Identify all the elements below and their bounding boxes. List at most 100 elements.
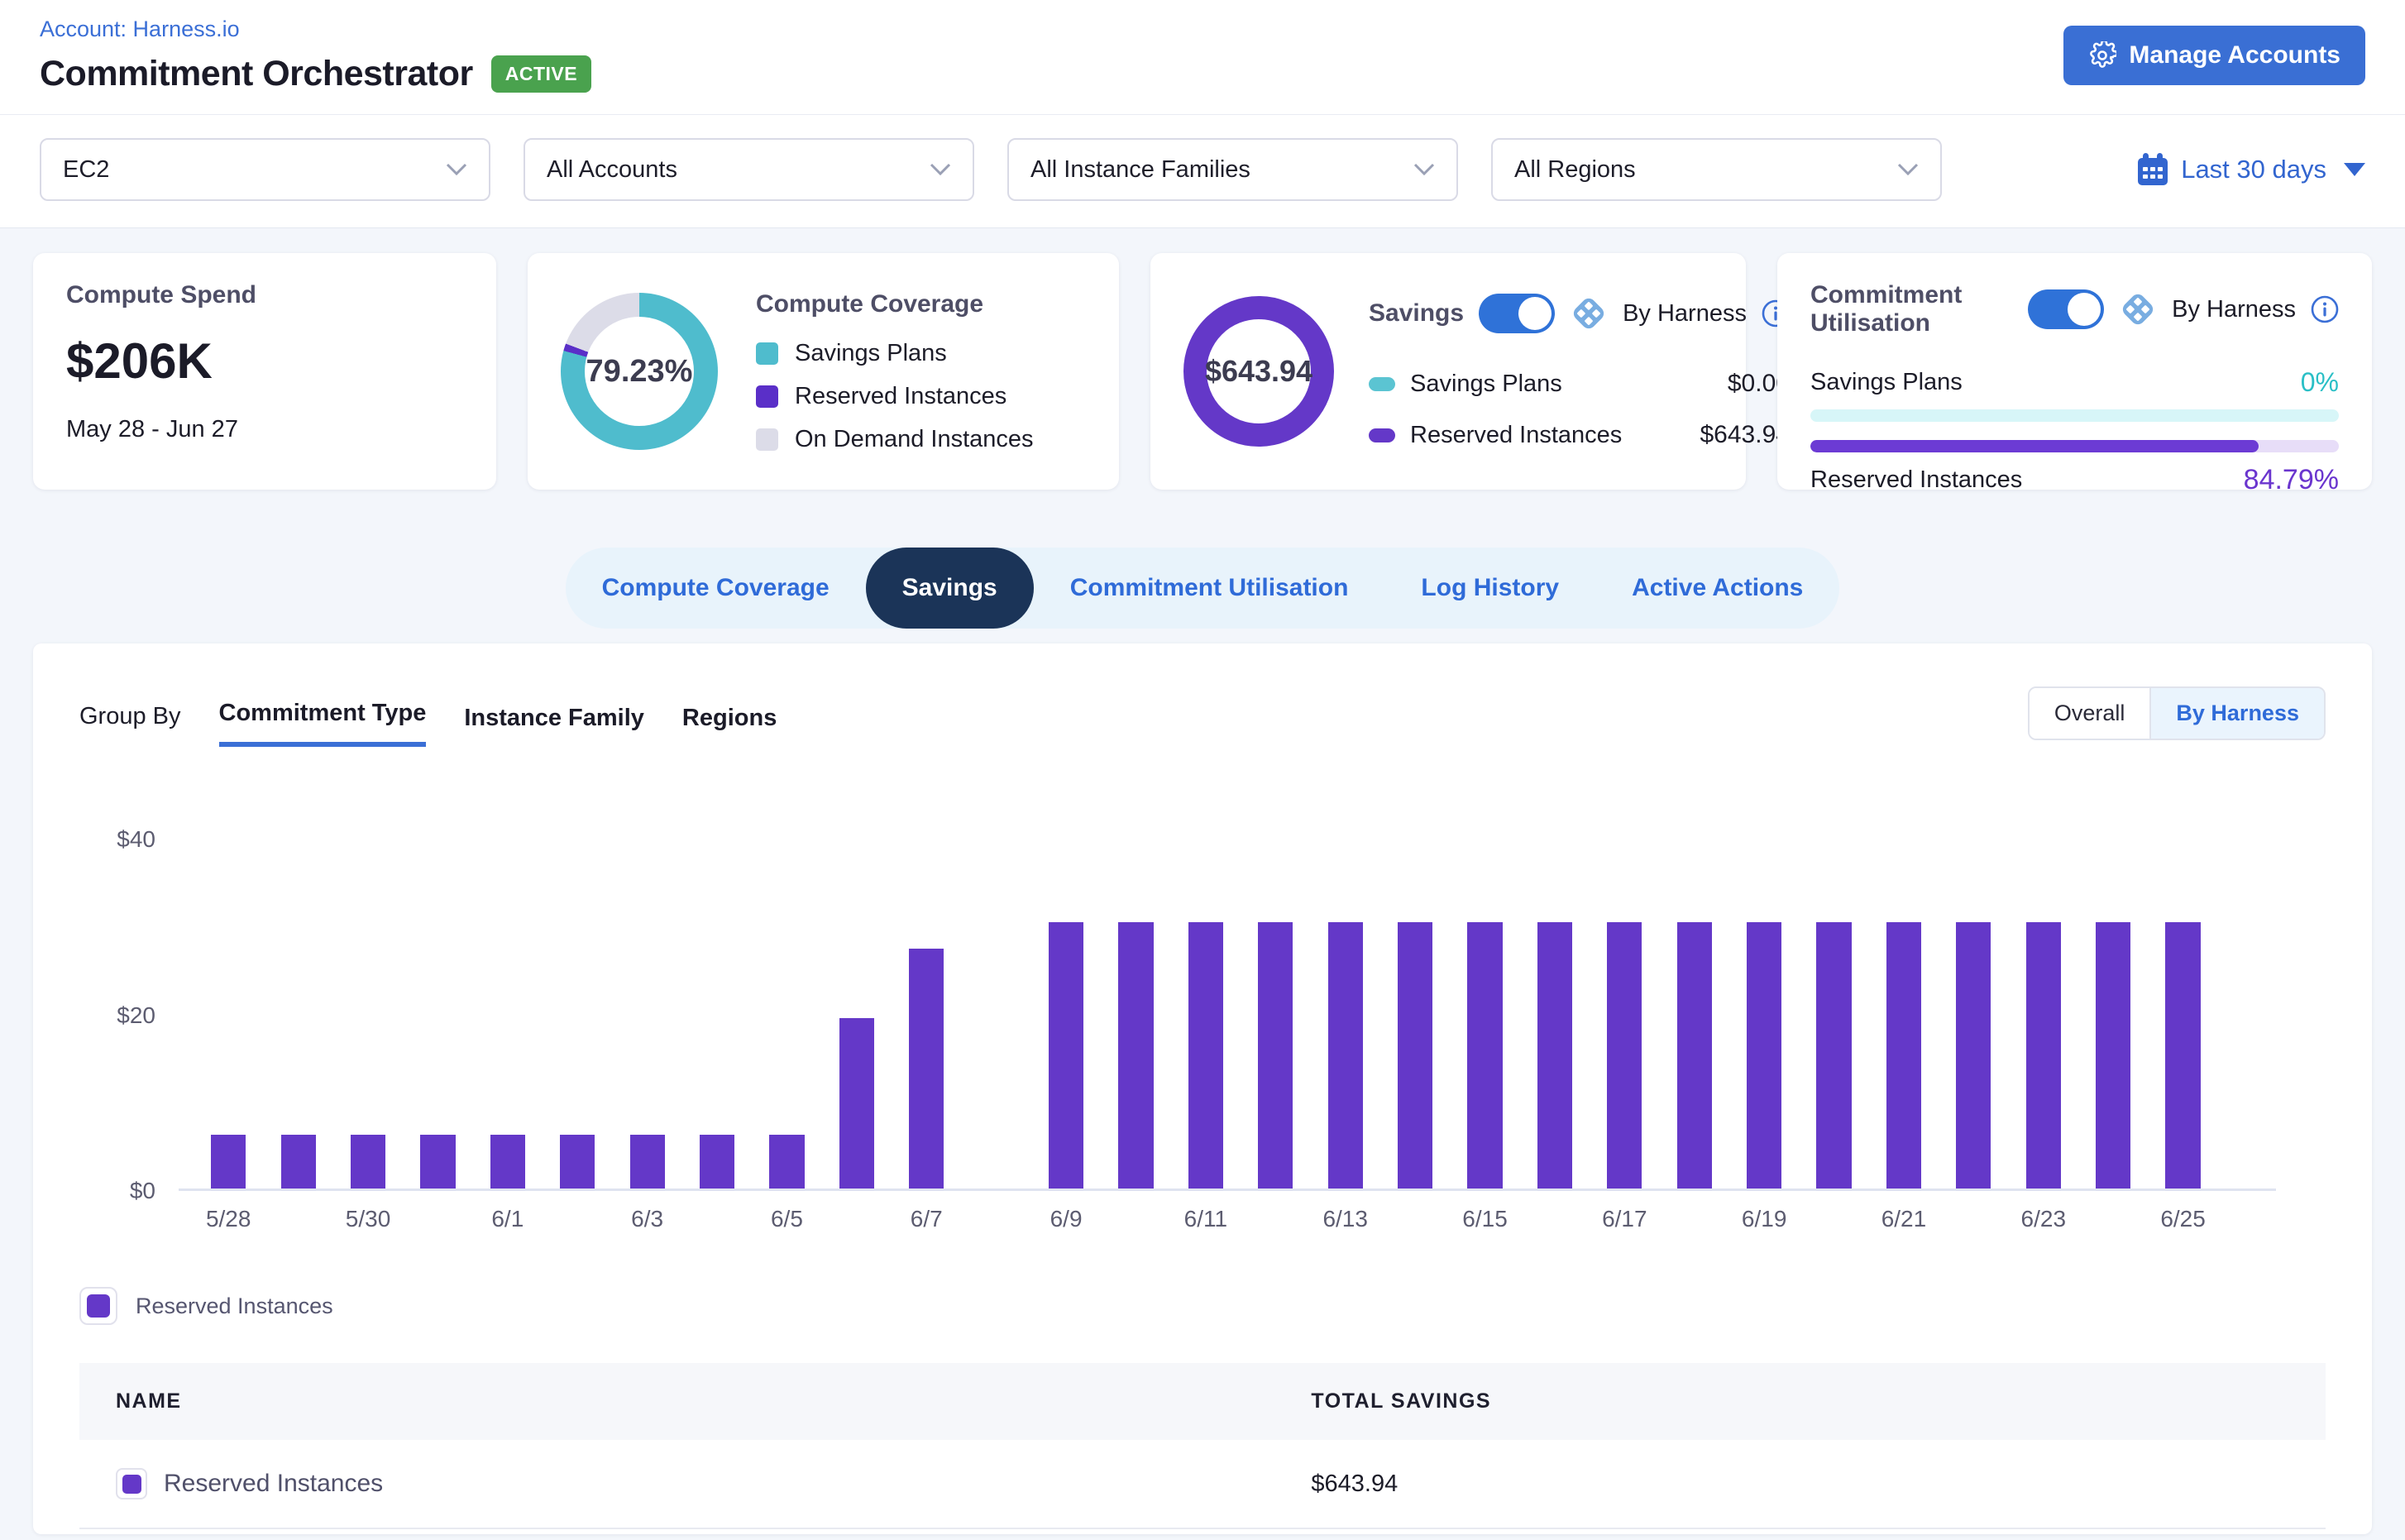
chevron-down-icon bbox=[1897, 163, 1919, 176]
legend-checkbox-reserved-instances[interactable] bbox=[79, 1287, 117, 1325]
chevron-down-icon bbox=[1413, 163, 1435, 176]
compute-spend-card: Compute Spend $206K May 28 - Jun 27 bbox=[33, 253, 496, 490]
info-icon[interactable] bbox=[2311, 295, 2339, 323]
bar-slot-6/8 bbox=[961, 839, 1030, 1188]
accounts-filter-value: All Accounts bbox=[547, 156, 677, 184]
bar-slot-5/28 bbox=[194, 839, 263, 1188]
table-row[interactable]: Reserved Instances $643.94 bbox=[79, 1440, 2326, 1529]
view-option-by-harness[interactable]: By Harness bbox=[2149, 688, 2324, 739]
tab-active-actions[interactable]: Active Actions bbox=[1595, 548, 1839, 629]
reserved-instances-swatch bbox=[122, 1475, 141, 1494]
harness-logo-icon bbox=[1570, 294, 1608, 332]
bar-slot-6/13 bbox=[1311, 839, 1380, 1188]
bar-6/22[interactable] bbox=[1956, 922, 1991, 1188]
compute-coverage-title: Compute Coverage bbox=[756, 290, 1086, 318]
account-link[interactable]: Account: Harness.io bbox=[40, 17, 240, 42]
x-tick-6/5: 6/5 bbox=[752, 1206, 821, 1232]
legend-label: Reserved Instances bbox=[136, 1294, 333, 1319]
tab-compute-coverage[interactable]: Compute Coverage bbox=[566, 548, 866, 629]
group-tab-regions[interactable]: Regions bbox=[682, 705, 777, 747]
x-tick-6/2 bbox=[543, 1206, 612, 1232]
reserved-instances-progress-bar bbox=[1810, 440, 2339, 452]
accounts-filter-select[interactable]: All Accounts bbox=[524, 138, 974, 201]
tab-savings[interactable]: Savings bbox=[866, 548, 1034, 629]
bar-slot-6/19 bbox=[1729, 839, 1799, 1188]
bar-6/7[interactable] bbox=[909, 949, 944, 1188]
by-harness-label: By Harness bbox=[2172, 296, 2296, 323]
tab-commitment-utilisation[interactable]: Commitment Utilisation bbox=[1034, 548, 1385, 629]
savings-card: $643.94 Savings By bbox=[1150, 253, 1746, 490]
bar-6/25[interactable] bbox=[2165, 922, 2200, 1188]
bar-6/23[interactable] bbox=[2026, 922, 2061, 1188]
bar-slot-6/17 bbox=[1590, 839, 1659, 1188]
bar-6/1[interactable] bbox=[490, 1135, 525, 1188]
bar-5/28[interactable] bbox=[211, 1135, 246, 1188]
bar-6/11[interactable] bbox=[1188, 922, 1223, 1188]
bar-slot-6/2 bbox=[543, 839, 612, 1188]
bar-5/29[interactable] bbox=[281, 1135, 316, 1188]
tab-log-history[interactable]: Log History bbox=[1384, 548, 1595, 629]
service-filter-select[interactable]: EC2 bbox=[40, 138, 490, 201]
bar-slot-5/29 bbox=[263, 839, 332, 1188]
y-tick: $40 bbox=[117, 826, 155, 853]
bar-5/31[interactable] bbox=[420, 1135, 455, 1188]
bar-6/5[interactable] bbox=[769, 1135, 804, 1188]
bar-6/24[interactable] bbox=[2096, 922, 2130, 1188]
by-harness-toggle[interactable] bbox=[1479, 294, 1555, 333]
compute-spend-title: Compute Spend bbox=[66, 281, 463, 309]
savings-plans-swatch bbox=[1369, 377, 1395, 391]
x-tick-6/8 bbox=[961, 1206, 1030, 1232]
gear-icon bbox=[2088, 41, 2116, 69]
bar-5/30[interactable] bbox=[351, 1135, 385, 1188]
bar-6/14[interactable] bbox=[1398, 922, 1432, 1188]
manage-accounts-button[interactable]: Manage Accounts bbox=[2063, 26, 2365, 85]
bar-6/12[interactable] bbox=[1258, 922, 1293, 1188]
bar-6/4[interactable] bbox=[700, 1135, 734, 1188]
bar-slot-6/4 bbox=[682, 839, 752, 1188]
x-tick-6/24 bbox=[2078, 1206, 2148, 1232]
bar-6/18[interactable] bbox=[1677, 922, 1712, 1188]
chevron-down-icon bbox=[446, 163, 467, 176]
bar-6/13[interactable] bbox=[1328, 922, 1363, 1188]
group-tab-commitment-type[interactable]: Commitment Type bbox=[219, 700, 427, 747]
compute-coverage-card: 79.23% Compute Coverage Savings Plans Re… bbox=[528, 253, 1119, 490]
view-option-overall[interactable]: Overall bbox=[2030, 688, 2150, 739]
bar-slot-5/31 bbox=[403, 839, 472, 1188]
x-tick-5/31 bbox=[403, 1206, 472, 1232]
bar-6/20[interactable] bbox=[1816, 922, 1851, 1188]
regions-filter-select[interactable]: All Regions bbox=[1491, 138, 1942, 201]
bar-6/16[interactable] bbox=[1537, 922, 1572, 1188]
bar-slot-6/18 bbox=[1660, 839, 1729, 1188]
group-tab-instance-family[interactable]: Instance Family bbox=[464, 705, 644, 747]
bar-6/15[interactable] bbox=[1467, 922, 1502, 1188]
x-tick-6/20 bbox=[1799, 1206, 1868, 1232]
bar-6/17[interactable] bbox=[1607, 922, 1642, 1188]
savings-donut-chart: $643.94 bbox=[1183, 296, 1334, 447]
date-range-picker[interactable]: Last 30 days bbox=[2137, 153, 2365, 186]
bar-6/21[interactable] bbox=[1886, 922, 1921, 1188]
chart-legend: Reserved Instances bbox=[79, 1287, 2326, 1325]
by-harness-toggle[interactable] bbox=[2028, 289, 2104, 329]
harness-logo-icon bbox=[2119, 290, 2157, 328]
bar-6/10[interactable] bbox=[1118, 922, 1153, 1188]
bar-6/19[interactable] bbox=[1747, 922, 1781, 1188]
instance-families-filter-select[interactable]: All Instance Families bbox=[1007, 138, 1458, 201]
x-tick-6/3: 6/3 bbox=[612, 1206, 681, 1232]
bar-6/2[interactable] bbox=[560, 1135, 595, 1188]
bar-6/6[interactable] bbox=[839, 1018, 874, 1188]
savings-plans-progress-bar bbox=[1810, 409, 2339, 422]
x-tick-6/6 bbox=[822, 1206, 892, 1232]
bar-6/9[interactable] bbox=[1049, 922, 1083, 1188]
x-tick-5/30: 5/30 bbox=[333, 1206, 403, 1232]
reserved-instances-swatch bbox=[1369, 428, 1395, 442]
y-tick: $0 bbox=[130, 1178, 155, 1204]
util-savings-plans-value: 0% bbox=[2301, 367, 2339, 398]
legend-label: Savings Plans bbox=[795, 340, 947, 367]
date-range-label: Last 30 days bbox=[2181, 155, 2326, 184]
x-tick-6/14 bbox=[1380, 1206, 1450, 1232]
column-total-savings: TOTAL SAVINGS bbox=[1311, 1389, 2289, 1413]
commitment-utilisation-title: Commitment Utilisation bbox=[1810, 281, 2013, 337]
y-axis: $40 $20 $0 bbox=[79, 839, 179, 1191]
bar-6/3[interactable] bbox=[630, 1135, 665, 1188]
calendar-icon bbox=[2137, 153, 2168, 186]
